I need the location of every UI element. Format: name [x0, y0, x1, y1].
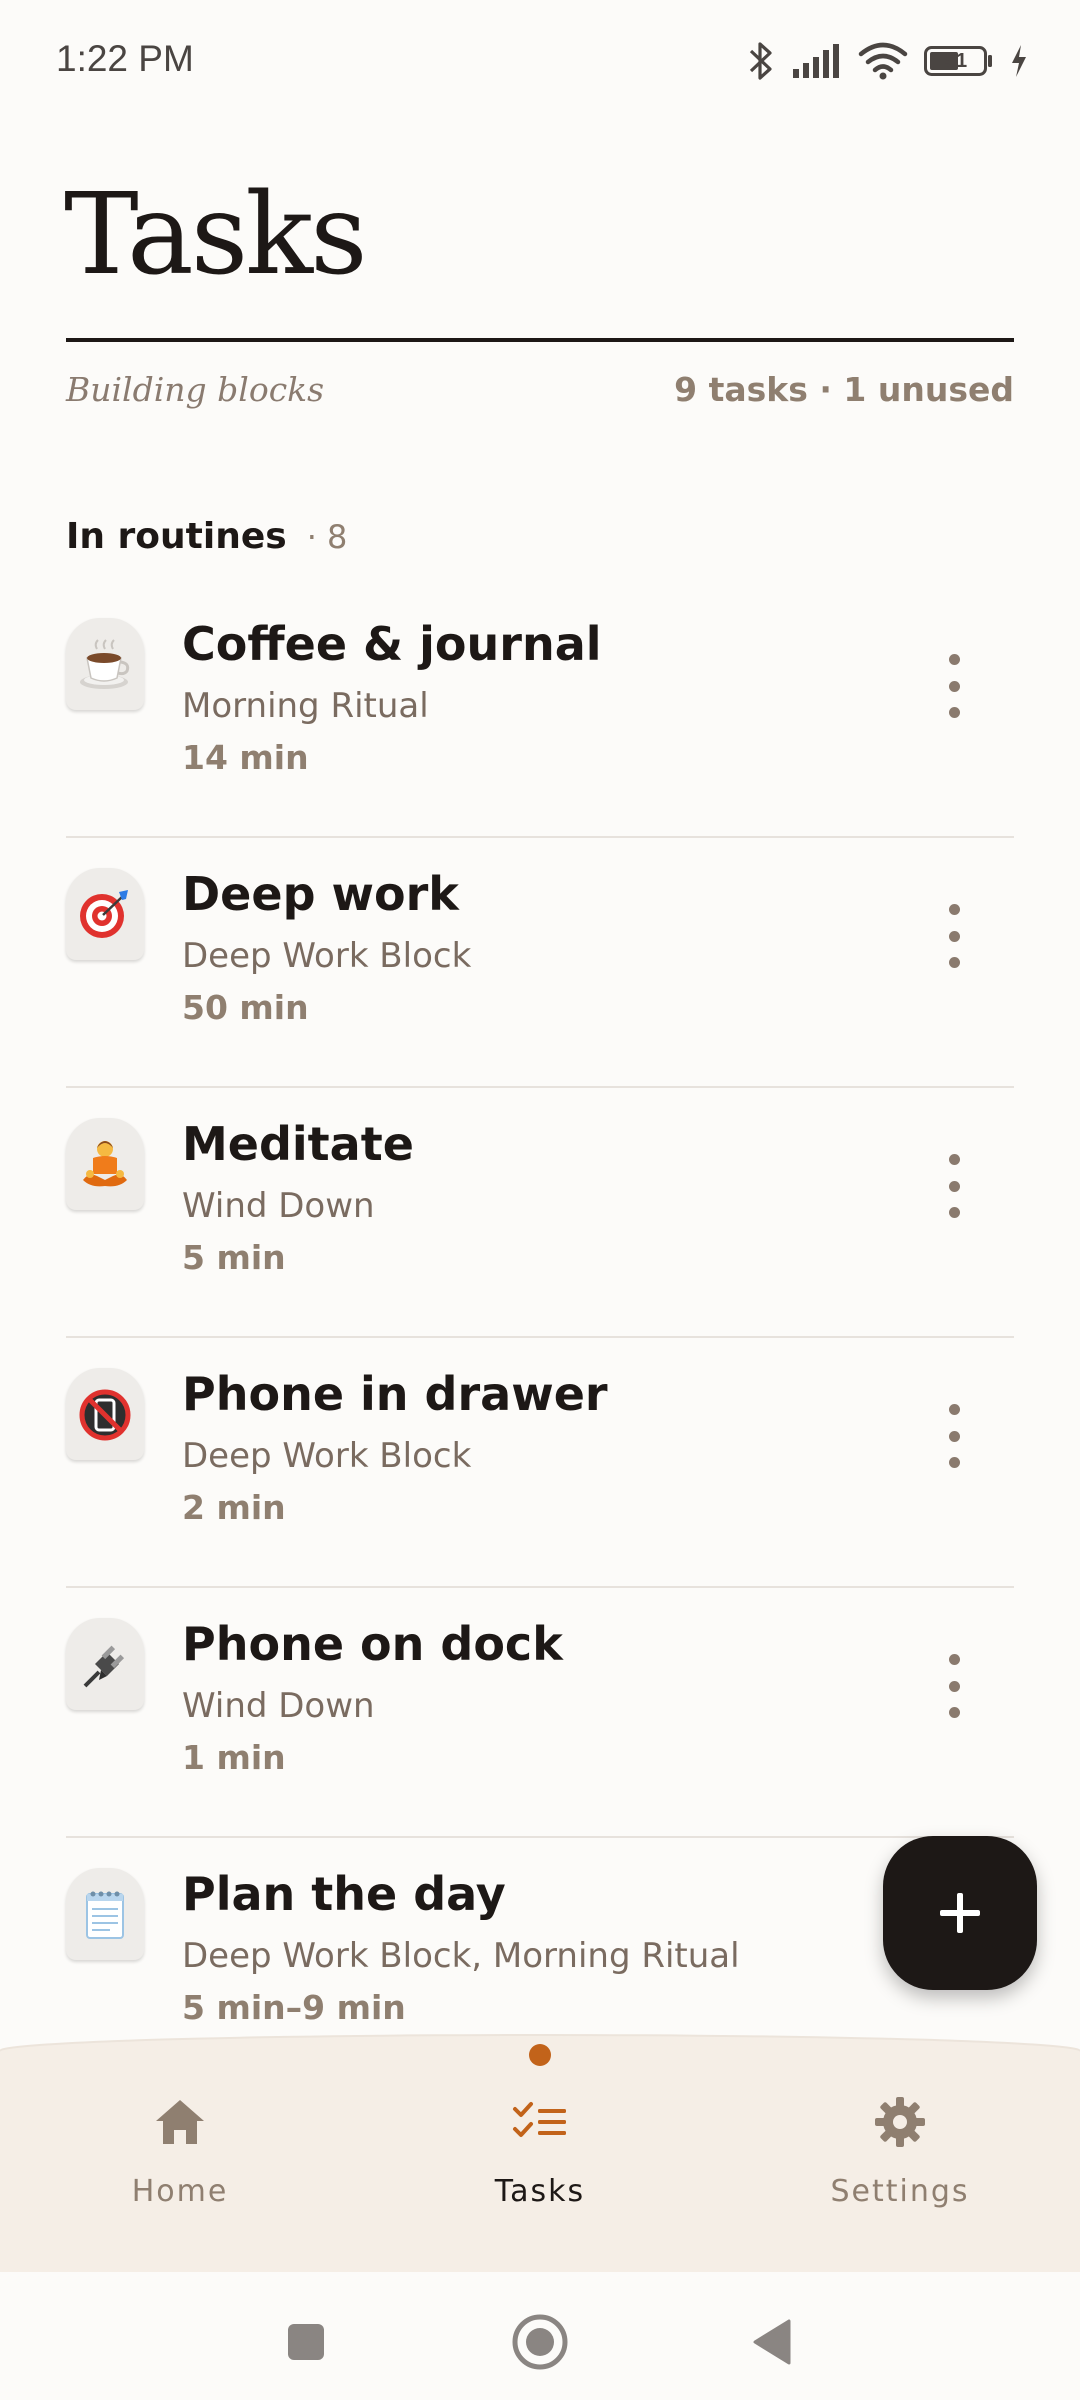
- gear-icon: [875, 2097, 925, 2147]
- task-routine: Morning Ritual: [182, 686, 429, 726]
- charging-icon: [1012, 45, 1026, 77]
- active-tab-indicator: [529, 2044, 551, 2066]
- coffee-icon: [66, 618, 144, 710]
- checklist-icon: [513, 2102, 566, 2137]
- signal-icon: [793, 44, 839, 78]
- bluetooth-icon: [749, 42, 772, 80]
- task-duration: 5 min: [182, 1238, 286, 1277]
- task-name: Coffee & journal: [182, 617, 602, 671]
- task-duration: 50 min: [182, 988, 309, 1027]
- nav-label-settings: Settings: [830, 2174, 970, 2209]
- add-task-button[interactable]: [883, 1836, 1037, 1990]
- nav-item-home[interactable]: Home: [60, 2092, 300, 2209]
- status-bar: 1:22 PM 51: [0, 0, 1080, 120]
- wifi-icon: [858, 42, 908, 80]
- page-title: Tasks: [64, 170, 368, 300]
- task-routine: Deep Work Block: [182, 936, 472, 976]
- nav-item-tasks[interactable]: Tasks: [420, 2092, 660, 2209]
- task-row[interactable]: Coffee & journal Morning Ritual 14 min: [66, 590, 1014, 838]
- nav-label-home: Home: [131, 2174, 229, 2209]
- task-row[interactable]: Phone in drawer Deep Work Block 2 min: [66, 1340, 1014, 1588]
- section-count: · 8: [306, 518, 348, 556]
- back-button[interactable]: [732, 2302, 812, 2382]
- task-summary: 9 tasks · 1 unused: [674, 370, 1014, 409]
- plug-icon: [66, 1618, 144, 1710]
- task-duration: 5 min–9 min: [182, 1988, 406, 2027]
- status-icons: 51: [746, 38, 1028, 84]
- task-duration: 14 min: [182, 738, 309, 777]
- meditation-icon: [66, 1118, 144, 1210]
- nav-item-settings[interactable]: Settings: [780, 2092, 1020, 2209]
- recents-icon: [288, 2324, 324, 2360]
- home-system-button[interactable]: [500, 2302, 580, 2382]
- task-routine: Wind Down: [182, 1686, 375, 1726]
- task-row[interactable]: Deep work Deep Work Block 50 min: [66, 840, 1014, 1088]
- status-time: 1:22 PM: [56, 38, 194, 79]
- task-name: Deep work: [182, 867, 459, 921]
- recents-button[interactable]: [266, 2302, 346, 2382]
- task-routine: Deep Work Block: [182, 1436, 472, 1476]
- plus-icon: [940, 1893, 980, 1933]
- task-duration: 1 min: [182, 1738, 286, 1777]
- battery-icon: 51: [924, 46, 994, 76]
- home-circle-icon: [512, 2314, 568, 2370]
- task-routine: Wind Down: [182, 1186, 375, 1226]
- battery-level: 51: [944, 50, 968, 72]
- page-subtitle: Building blocks: [66, 370, 325, 409]
- more-options-icon[interactable]: [942, 1404, 966, 1468]
- bottom-navigation: Home Tasks Settings: [0, 2036, 1080, 2272]
- home-icon: [156, 2100, 204, 2144]
- title-divider: [66, 338, 1014, 342]
- section-header: In routines · 8: [66, 516, 347, 557]
- section-title: In routines: [66, 516, 287, 557]
- target-icon: [66, 868, 144, 960]
- system-navigation-bar: [0, 2272, 1080, 2400]
- task-name: Meditate: [182, 1117, 414, 1171]
- more-options-icon[interactable]: [942, 654, 966, 718]
- task-name: Phone on dock: [182, 1617, 563, 1671]
- back-icon: [753, 2319, 791, 2365]
- task-name: Phone in drawer: [182, 1367, 608, 1421]
- task-name: Plan the day: [182, 1867, 506, 1921]
- task-row[interactable]: Phone on dock Wind Down 1 min: [66, 1590, 1014, 1838]
- task-routine: Deep Work Block, Morning Ritual: [182, 1936, 740, 1976]
- nav-label-tasks: Tasks: [494, 2174, 586, 2209]
- more-options-icon[interactable]: [942, 1654, 966, 1718]
- more-options-icon[interactable]: [942, 904, 966, 968]
- task-list: Coffee & journal Morning Ritual 14 min D…: [66, 590, 1014, 2088]
- task-duration: 2 min: [182, 1488, 286, 1527]
- more-options-icon[interactable]: [942, 1154, 966, 1218]
- task-row[interactable]: Meditate Wind Down 5 min: [66, 1090, 1014, 1338]
- notepad-icon: [66, 1868, 144, 1960]
- no-phone-icon: [66, 1368, 144, 1460]
